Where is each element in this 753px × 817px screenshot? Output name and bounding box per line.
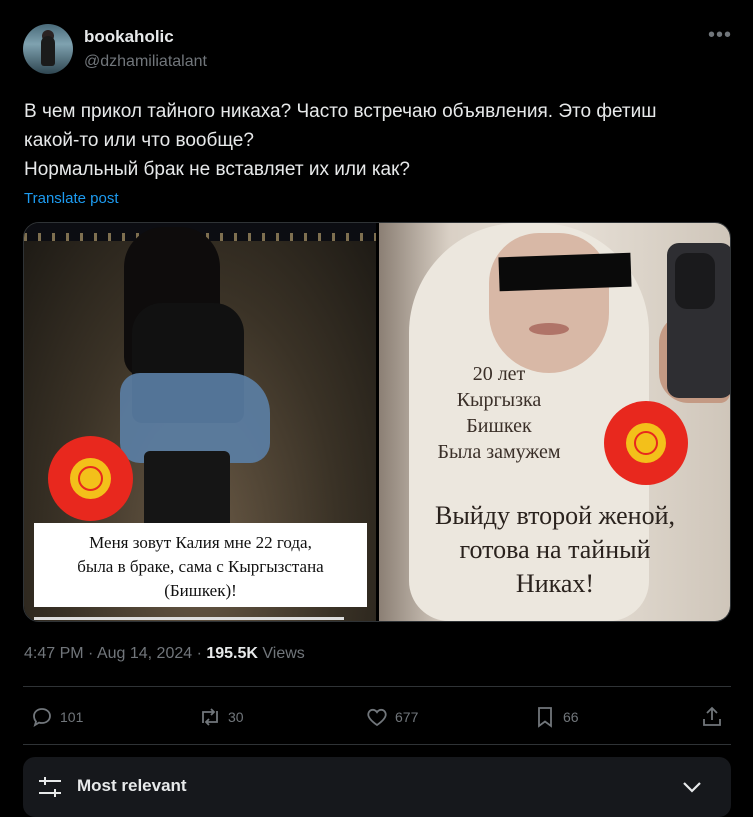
kyrgyzstan-flag-icon <box>48 436 133 521</box>
image-caption-box: Меня зовут Калия мне 22 года, была в бра… <box>34 523 367 607</box>
overlay-line: Никах! <box>515 569 595 598</box>
author-display-name[interactable]: bookaholic <box>84 27 174 47</box>
avatar[interactable] <box>23 24 73 74</box>
like-button[interactable]: 677 <box>365 702 418 732</box>
tweet-text: В чем прикол тайного никаха? Часто встре… <box>24 97 734 184</box>
tweet-text-line: В чем прикол тайного никаха? Часто встре… <box>24 101 657 122</box>
reply-button[interactable]: 101 <box>30 702 83 732</box>
separator: · <box>192 645 207 662</box>
like-count: 677 <box>395 709 419 725</box>
views-count: 195.5K <box>206 645 258 662</box>
repost-icon <box>202 708 218 726</box>
media-container[interactable]: Меня зовут Калия мне 22 года, была в бра… <box>23 222 731 622</box>
chevron-down-icon[interactable] <box>679 774 705 800</box>
reply-count: 101 <box>60 709 84 725</box>
image-caption-line: (Бишкек)! <box>164 581 237 600</box>
share-button[interactable] <box>700 702 730 732</box>
bookmark-count: 66 <box>563 709 579 725</box>
divider <box>23 744 731 745</box>
image-caption-line: Меня зовут Калия мне 22 года, <box>89 533 312 552</box>
translate-post-link[interactable]: Translate post <box>24 190 119 207</box>
image-caption-line: была в браке, сама с Кыргызстана <box>77 557 324 576</box>
media-image-right[interactable]: 20 лет Кыргызка Бишкек Была замужем Выйд… <box>379 223 730 621</box>
tweet-time[interactable]: 4:47 PM <box>24 645 84 662</box>
bookmark-button[interactable]: 66 <box>533 702 579 732</box>
media-image-left[interactable]: Меня зовут Калия мне 22 года, была в бра… <box>24 223 376 621</box>
overlay-line: Выйду второй женой, <box>434 501 675 530</box>
tweet-date[interactable]: Aug 14, 2024 <box>97 645 192 662</box>
sliders-icon <box>39 777 61 797</box>
bookmark-icon <box>538 707 552 728</box>
divider <box>23 686 731 687</box>
separator: · <box>83 645 97 662</box>
heart-icon <box>367 708 387 727</box>
more-icon[interactable]: ••• <box>708 24 732 47</box>
repost-button[interactable]: 30 <box>198 702 244 732</box>
reply-sort-bar[interactable]: Most relevant <box>23 757 731 817</box>
views-label: Views <box>257 645 305 662</box>
sort-label: Most relevant <box>77 776 187 795</box>
overlay-line: готова на тайный <box>459 535 651 564</box>
overlay-line: Бишкек <box>466 415 532 437</box>
kyrgyzstan-flag-icon <box>604 401 688 485</box>
image-overlay-text: 20 лет Кыргызка Бишкек Была замужем <box>399 361 599 465</box>
repost-count: 30 <box>228 709 244 725</box>
share-icon <box>703 706 721 726</box>
author-handle[interactable]: @dzhamiliatalant <box>84 53 207 71</box>
tweet-text-line: Нормальный брак не вставляет их или как? <box>24 159 411 180</box>
tweet-meta: 4:47 PM · Aug 14, 2024 · 195.5K Views <box>24 645 305 663</box>
reply-icon <box>33 708 51 727</box>
image-overlay-headline: Выйду второй женой, готова на тайный Ник… <box>385 499 725 601</box>
tweet-text-line: какой-то или что вообще? <box>24 130 254 151</box>
overlay-line: Кыргызка <box>456 389 542 411</box>
overlay-line: 20 лет <box>472 363 526 385</box>
overlay-line: Была замужем <box>437 441 561 463</box>
